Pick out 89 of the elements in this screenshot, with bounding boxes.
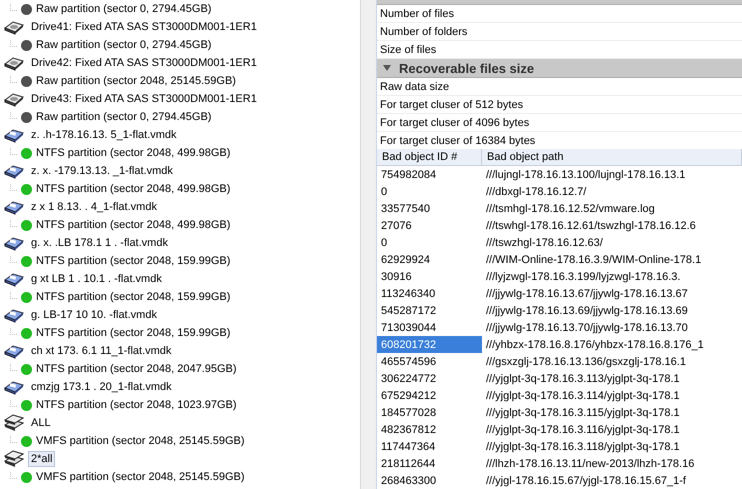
splitter[interactable] bbox=[360, 0, 377, 489]
column-header[interactable]: Bad object path bbox=[482, 149, 742, 166]
object-path-cell-text: ///lujngl-178.16.13.100/lujngl-178.16.13.1 bbox=[485, 168, 686, 182]
hard-drive-icon bbox=[4, 55, 24, 71]
object-path-cell-text: ///tswhgl-178.16.12.61/tswzhgl-178.16.12.6 bbox=[485, 218, 697, 234]
partition-label[interactable]: VMFS partition (sector 2048, 25145.59GB) bbox=[36, 435, 244, 447]
object-id-cell[interactable]: 675294212 bbox=[377, 387, 482, 404]
partition-label[interactable]: Raw partition (sector 0, 2794.45GB) bbox=[36, 39, 212, 51]
drive-label[interactable]: 2*all bbox=[28, 451, 56, 467]
disk-image-icon bbox=[4, 343, 24, 359]
object-id-cell[interactable]: 545287172 bbox=[377, 302, 482, 319]
disk-image-icon bbox=[4, 271, 24, 287]
partition-label[interactable]: VMFS partition (sector 2048, 25145.59GB) bbox=[36, 471, 244, 483]
object-path-cell-text: ///yhbzx-178.16.8.176/yhbzx-178.16.8.176_1 bbox=[485, 338, 705, 352]
object-id-cell[interactable]: 117447364 bbox=[377, 438, 482, 455]
property-name: Raw data size bbox=[377, 78, 742, 96]
object-path-cell-text: ///yjglpt-3q-178.16.3.114/yjglpt-3q-178.1 bbox=[485, 388, 681, 404]
object-id-cell[interactable]: 268463300 bbox=[377, 472, 482, 489]
drive-label[interactable]: ch xt 173. 6.1 11_1-flat.vmdk bbox=[28, 343, 174, 359]
object-id-cell[interactable]: 33577540 bbox=[377, 200, 482, 217]
disk-image-icon bbox=[4, 127, 24, 143]
hard-drive-icon bbox=[4, 19, 24, 35]
object-path-cell-text: ///jjywlg-178.16.13.69/jjywlg-178.16.13.69 bbox=[485, 304, 689, 318]
stacked-drives-icon bbox=[4, 414, 24, 432]
partition-label[interactable]: Raw partition (sector 0, 2794.45GB) bbox=[36, 3, 212, 15]
property-name: Number of folders bbox=[377, 23, 742, 41]
object-id-cell[interactable]: 465574596 bbox=[377, 353, 482, 370]
disk-image-icon bbox=[4, 199, 24, 215]
object-path-cell-text: ///tsmhgl-178.16.12.52/vmware.log bbox=[485, 202, 656, 216]
object-path-cell-text: ///jjywlg-178.16.13.67/jjywlg-178.16.13.67 bbox=[485, 286, 689, 302]
property-name: For target cluser of 4096 bytes bbox=[377, 114, 742, 132]
disk-image-icon bbox=[4, 307, 24, 323]
drive-label[interactable]: Drive43: Fixed ATA SAS ST3000DM001-1ER1 bbox=[28, 91, 260, 107]
drive-label[interactable]: z. x. -179.13.13. _1-flat.vmdk bbox=[28, 163, 176, 179]
partition-label[interactable]: NTFS partition (sector 2048, 2047.95GB) bbox=[36, 363, 237, 375]
partition-label[interactable]: NTFS partition (sector 2048, 159.99GB) bbox=[36, 291, 230, 303]
object-path-cell-text: ///lhzh-178.16.13.11/new-2013/lhzh-178.16 bbox=[485, 456, 696, 472]
partition-label[interactable]: Raw partition (sector 2048, 25145.59GB) bbox=[36, 75, 236, 87]
drive-label[interactable]: z x 1 8.13. . 4_1-flat.vmdk bbox=[28, 199, 160, 215]
object-id-cell[interactable]: 184577028 bbox=[377, 404, 482, 421]
section-header[interactable]: Recoverable files size bbox=[377, 59, 742, 78]
partition-label[interactable]: NTFS partition (sector 2048, 499.98GB) bbox=[36, 147, 230, 159]
hard-drive-icon bbox=[4, 91, 24, 107]
stacked-drives-icon bbox=[4, 450, 24, 468]
object-path-cell-text: ///yjglpt-3q-178.16.3.115/yjglpt-3q-178.1 bbox=[485, 406, 681, 420]
object-id-cell[interactable]: 0 bbox=[377, 183, 482, 200]
object-path-cell-text: ///yjglpt-3q-178.16.3.116/yjglpt-3q-178.1 bbox=[485, 422, 681, 438]
column-header[interactable]: Bad object ID # bbox=[377, 149, 482, 166]
object-id-cell[interactable]: 27076 bbox=[377, 217, 482, 234]
property-name: For target cluser of 512 bytes bbox=[377, 96, 742, 114]
object-path-cell-text: ///yjglpt-3q-178.16.3.113/yjglpt-3q-178.1 bbox=[485, 372, 681, 386]
object-id-cell[interactable]: 608201732 bbox=[377, 336, 482, 353]
object-id-cell[interactable]: 482367812 bbox=[377, 421, 482, 438]
object-id-cell[interactable]: 113246340 bbox=[377, 285, 482, 302]
object-path-cell-text: ///WIM-Online-178.16.3.9/WIM-Online-178.1 bbox=[485, 252, 702, 268]
disk-image-icon bbox=[4, 379, 24, 395]
partition-label[interactable]: NTFS partition (sector 2048, 159.99GB) bbox=[36, 327, 230, 339]
drive-label[interactable]: g. LB-17 10 10. -flat.vmdk bbox=[28, 307, 160, 323]
object-path-cell-text: ///yjglpt-3q-178.16.3.118/yjglpt-3q-178.1 bbox=[485, 440, 681, 454]
partition-label[interactable]: Raw partition (sector 0, 2794.45GB) bbox=[36, 111, 212, 123]
property-name: Number of files bbox=[377, 5, 742, 23]
section-header[interactable] bbox=[377, 0, 742, 5]
drive-label[interactable]: cmzjg 173.1 . 20_1-flat.vmdk bbox=[28, 379, 175, 395]
drive-label[interactable]: Drive41: Fixed ATA SAS ST3000DM001-1ER1 bbox=[28, 19, 260, 35]
drive-label[interactable]: g. x. .LB 178.1 1 . -flat.vmdk bbox=[28, 235, 171, 251]
partition-label[interactable]: NTFS partition (sector 2048, 159.99GB) bbox=[36, 255, 230, 267]
object-id-cell[interactable]: 0 bbox=[377, 234, 482, 251]
object-path-cell-text: ///jjywlg-178.16.13.70/jjywlg-178.16.13.70 bbox=[485, 320, 689, 336]
section-title: Recoverable files size bbox=[399, 60, 534, 76]
object-path-cell-text: ///tswzhgl-178.16.12.63/ bbox=[485, 236, 604, 250]
object-id-cell[interactable]: 218112644 bbox=[377, 455, 482, 472]
drive-label[interactable]: ALL bbox=[28, 415, 54, 431]
partition-label[interactable]: NTFS partition (sector 2048, 499.98GB) bbox=[36, 219, 230, 231]
drive-label[interactable]: g xt LB 1 . 10.1 . -flat.vmdk bbox=[28, 271, 165, 287]
object-id-cell[interactable]: 30916 bbox=[377, 268, 482, 285]
partition-label[interactable]: NTFS partition (sector 2048, 499.98GB) bbox=[36, 183, 230, 195]
object-path-cell-text: ///yjgl-178.16.15.67/yjgl-178.16.15.67_1-f bbox=[485, 474, 687, 488]
disk-image-icon bbox=[4, 163, 24, 179]
partition-label[interactable]: NTFS partition (sector 2048, 1023.97GB) bbox=[36, 399, 237, 411]
object-id-cell[interactable]: 713039044 bbox=[377, 319, 482, 336]
object-path-cell-text: ///dbxgl-178.16.12.7/ bbox=[485, 184, 588, 200]
object-id-cell[interactable]: 306224772 bbox=[377, 370, 482, 387]
object-id-cell[interactable]: 754982084 bbox=[377, 166, 482, 183]
disk-image-icon bbox=[4, 235, 24, 251]
drive-label[interactable]: Drive42: Fixed ATA SAS ST3000DM001-1ER1 bbox=[28, 55, 260, 71]
drive-label[interactable]: z. .h-178.16.13. 5_1-flat.vmdk bbox=[28, 127, 180, 143]
object-path-cell-text: ///lyjzwgl-178.16.3.199/lyjzwgl-178.16.3. bbox=[485, 270, 682, 284]
object-path-cell-text: ///gsxzglj-178.16.13.136/gsxzglj-178.16.1 bbox=[485, 354, 687, 370]
object-id-cell[interactable]: 62929924 bbox=[377, 251, 482, 268]
